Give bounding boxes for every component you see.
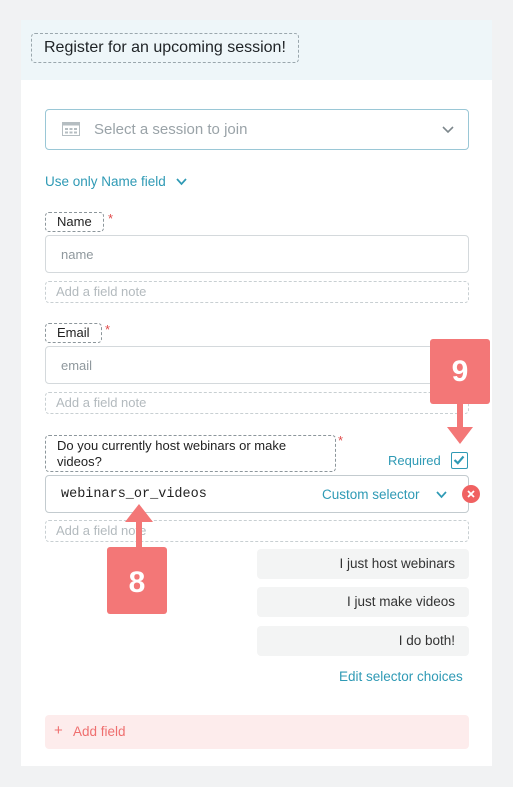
required-checkbox[interactable] <box>451 452 468 469</box>
checkmark-icon <box>453 455 465 465</box>
annotation-badge-8: 8 <box>107 547 167 614</box>
selector-choice[interactable]: I do both! <box>257 626 469 656</box>
email-field-label[interactable]: Email <box>45 323 102 343</box>
form-header: Register for an upcoming session! <box>21 20 492 80</box>
arrow-up-icon <box>125 504 153 548</box>
name-field-label[interactable]: Name <box>45 212 104 232</box>
required-label: Required <box>388 453 441 468</box>
selector-field-name[interactable]: webinars_or_videos <box>61 487 207 502</box>
email-input[interactable]: email <box>45 346 469 384</box>
selector-choice[interactable]: I just make videos <box>257 587 469 617</box>
session-select[interactable]: Select a session to join <box>45 109 469 150</box>
chevron-down-icon[interactable] <box>436 490 447 499</box>
required-marker: * <box>105 322 111 337</box>
add-field-label: Add field <box>73 724 126 739</box>
name-field-note[interactable]: Add a field note <box>45 281 469 303</box>
edit-selector-choices-link[interactable]: Edit selector choices <box>339 669 463 684</box>
delete-field-button[interactable] <box>462 485 480 503</box>
chevron-down-icon <box>175 178 187 186</box>
annotation-badge-9: 9 <box>430 339 490 404</box>
close-icon <box>467 490 475 498</box>
custom-field-note[interactable]: Add a field note <box>45 520 469 542</box>
custom-selector-field[interactable]: webinars_or_videos Custom selector <box>45 475 469 513</box>
name-input[interactable]: name <box>45 235 469 273</box>
selector-choice[interactable]: I just host webinars <box>257 549 469 579</box>
email-field-note[interactable]: Add a field note <box>45 392 469 414</box>
required-marker: * <box>338 433 344 448</box>
email-input-placeholder: email <box>61 358 93 373</box>
add-field-button[interactable]: + Add field <box>45 715 469 749</box>
plus-icon: + <box>54 722 63 739</box>
form-title[interactable]: Register for an upcoming session! <box>31 33 299 63</box>
registration-form-card: Register for an upcoming session! Select… <box>21 20 492 766</box>
use-only-name-field-link[interactable]: Use only Name field <box>45 174 187 189</box>
calendar-icon <box>62 122 80 136</box>
custom-field-label[interactable]: Do you currently host webinars or make v… <box>45 435 336 472</box>
session-select-placeholder: Select a session to join <box>94 121 248 138</box>
arrow-down-icon <box>447 403 473 444</box>
required-marker: * <box>108 211 114 226</box>
chevron-down-icon <box>442 126 454 134</box>
name-input-placeholder: name <box>61 247 94 262</box>
use-only-name-field-label: Use only Name field <box>45 174 166 189</box>
selector-type-dropdown[interactable]: Custom selector <box>322 487 420 502</box>
